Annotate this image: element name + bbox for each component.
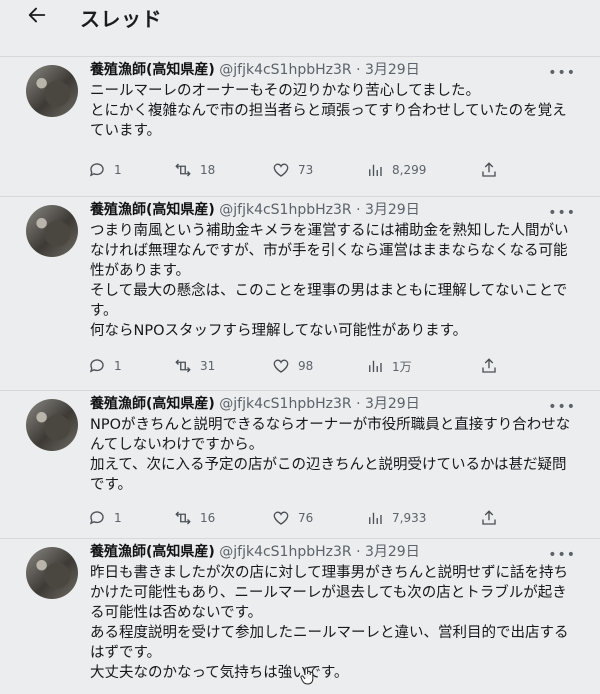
separator-dot: · [356, 396, 361, 412]
retweet-icon [175, 511, 191, 525]
tweet-header: 養殖漁師(高知県産) @jfjk4cS1hpbHz3R · 3月29日 [90, 395, 420, 413]
retweet-icon [175, 163, 191, 177]
like-count: 76 [298, 511, 314, 525]
views-button[interactable]: 8,299 [366, 161, 426, 179]
tweet-text: ニールマーレのオーナーもその辺りかなり苦心してました。 とにかく複雑なんで市の担… [90, 83, 567, 139]
separator-dot: · [356, 62, 361, 78]
reply-button[interactable]: 1 [88, 357, 122, 375]
heart-icon [273, 359, 289, 373]
share-icon [482, 510, 496, 525]
author-name[interactable]: 養殖漁師(高知県産) [90, 544, 215, 560]
retweet-count: 31 [200, 359, 216, 373]
tweet-actions: 1 31 98 1万 [88, 357, 508, 377]
author-name[interactable]: 養殖漁師(高知県産) [90, 202, 215, 218]
reply-icon [89, 359, 104, 373]
like-button[interactable]: 76 [272, 509, 313, 527]
reply-icon [89, 511, 104, 525]
like-count: 73 [298, 163, 314, 177]
avatar[interactable] [26, 399, 78, 451]
more-horizontal-icon[interactable]: ••• [548, 205, 576, 221]
arrow-left-icon[interactable] [26, 4, 48, 26]
tweet[interactable]: 養殖漁師(高知県産) @jfjk4cS1hpbHz3R · 3月29日 ••• … [0, 56, 600, 196]
views-chart-icon [369, 164, 382, 176]
reply-icon [89, 163, 104, 177]
views-chart-icon [369, 512, 382, 524]
reply-count: 1 [114, 359, 122, 373]
tweet-header: 養殖漁師(高知県産) @jfjk4cS1hpbHz3R · 3月29日 [90, 61, 420, 79]
views-chart-icon [369, 360, 382, 372]
tweet-date[interactable]: 3月29日 [365, 396, 420, 412]
hand-pointer-icon [300, 667, 314, 685]
tweet-date[interactable]: 3月29日 [365, 202, 420, 218]
avatar[interactable] [26, 547, 78, 599]
author-handle[interactable]: @jfjk4cS1hpbHz3R [219, 62, 351, 78]
share-button[interactable] [480, 161, 498, 179]
author-name[interactable]: 養殖漁師(高知県産) [90, 62, 215, 78]
retweet-count: 16 [200, 511, 216, 525]
tweet[interactable]: 養殖漁師(高知県産) @jfjk4cS1hpbHz3R · 3月29日 ••• … [0, 196, 600, 390]
heart-icon [273, 511, 289, 525]
author-handle[interactable]: @jfjk4cS1hpbHz3R [219, 396, 351, 412]
more-horizontal-icon[interactable]: ••• [548, 65, 576, 81]
reply-button[interactable]: 1 [88, 161, 122, 179]
reply-button[interactable]: 1 [88, 509, 122, 527]
share-icon [482, 162, 496, 177]
tweet-actions: 1 18 73 8,299 [88, 161, 508, 181]
retweet-count: 18 [200, 163, 216, 177]
heart-icon [273, 163, 289, 177]
reply-count: 1 [114, 163, 122, 177]
like-button[interactable]: 73 [272, 161, 313, 179]
more-horizontal-icon[interactable]: ••• [548, 399, 576, 415]
retweet-button[interactable]: 18 [174, 161, 215, 179]
separator-dot: · [356, 202, 361, 218]
reply-count: 1 [114, 511, 122, 525]
tweet-date[interactable]: 3月29日 [365, 544, 420, 560]
tweet-header: 養殖漁師(高知県産) @jfjk4cS1hpbHz3R · 3月29日 [90, 543, 420, 561]
like-button[interactable]: 98 [272, 357, 313, 375]
view-count: 8,299 [392, 163, 427, 177]
author-handle[interactable]: @jfjk4cS1hpbHz3R [219, 544, 351, 560]
author-name[interactable]: 養殖漁師(高知県産) [90, 396, 215, 412]
retweet-button[interactable]: 16 [174, 509, 215, 527]
tweet-text: 昨日も書きましたが次の店に対して理事男がきちんと説明せずに話を持ちかけた可能性も… [90, 565, 569, 681]
view-count: 7,933 [392, 511, 427, 525]
share-icon [482, 358, 496, 373]
retweet-icon [175, 359, 191, 373]
views-button[interactable]: 1万 [366, 357, 412, 375]
author-handle[interactable]: @jfjk4cS1hpbHz3R [219, 202, 351, 218]
view-count: 1万 [392, 359, 412, 374]
tweet-actions: 1 16 76 7,933 [88, 509, 508, 529]
separator-dot: · [356, 544, 361, 560]
tweet[interactable]: 養殖漁師(高知県産) @jfjk4cS1hpbHz3R · 3月29日 ••• … [0, 390, 600, 538]
like-count: 98 [298, 359, 314, 373]
share-button[interactable] [480, 509, 498, 527]
page-title: スレッド [80, 7, 162, 31]
avatar[interactable] [26, 65, 78, 117]
avatar[interactable] [26, 205, 78, 257]
retweet-button[interactable]: 31 [174, 357, 215, 375]
more-horizontal-icon[interactable]: ••• [548, 547, 576, 563]
thread-header: スレッド [0, 0, 600, 40]
tweet-header: 養殖漁師(高知県産) @jfjk4cS1hpbHz3R · 3月29日 [90, 201, 420, 219]
tweet-text: NPOがきちんと説明できるならオーナーが市役所職員と直接すり合わせなんてしないわ… [90, 417, 571, 493]
share-button[interactable] [480, 357, 498, 375]
views-button[interactable]: 7,933 [366, 509, 426, 527]
tweet-date[interactable]: 3月29日 [365, 62, 420, 78]
tweet-text: つまり南風という補助金キメラを運営するには補助金を熟知した人間がいなければ無理な… [90, 223, 569, 339]
